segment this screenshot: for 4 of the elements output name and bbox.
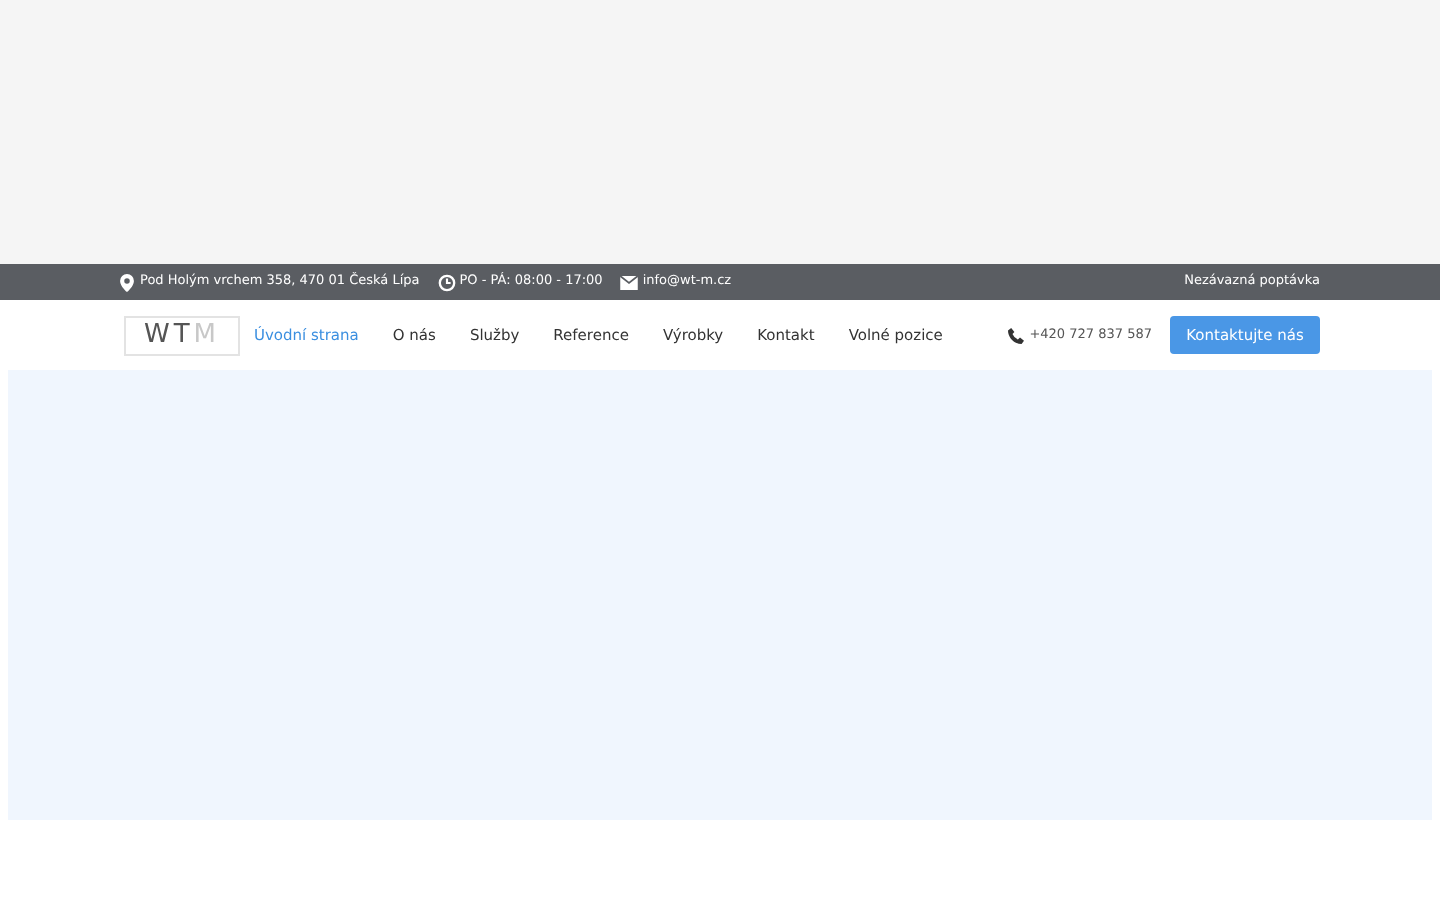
clock-icon	[437, 273, 456, 291]
phone-icon	[1007, 327, 1024, 343]
location-pin-icon	[120, 273, 134, 291]
envelope-icon	[620, 275, 639, 289]
